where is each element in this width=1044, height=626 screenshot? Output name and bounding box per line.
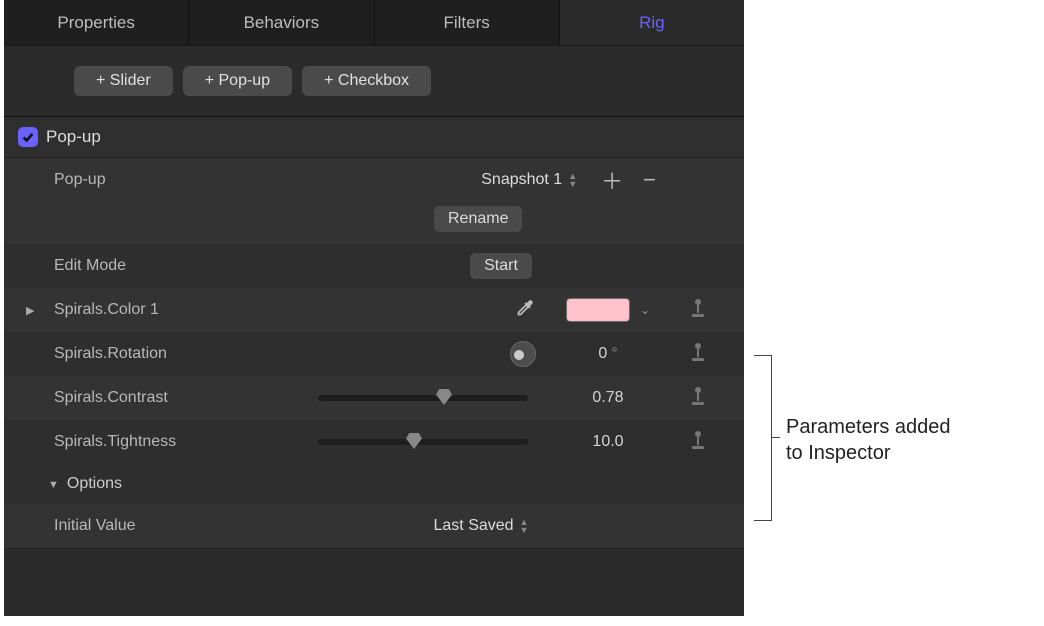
tab-label: Filters bbox=[443, 13, 489, 33]
animation-menu-icon[interactable] bbox=[689, 297, 707, 324]
popup-snapshot-row: Pop-up Snapshot 1 ▲▼ ＋ − bbox=[4, 158, 744, 202]
popup-section-title: Pop-up bbox=[46, 127, 101, 147]
edit-mode-start-button[interactable]: Start bbox=[470, 253, 532, 279]
contrast-value[interactable]: 0.78 bbox=[592, 389, 623, 407]
param-contrast-row: Spirals.Contrast 0.78 bbox=[4, 376, 744, 420]
tab-bar: Properties Behaviors Filters Rig bbox=[4, 0, 744, 46]
popup-param-label: Pop-up bbox=[54, 171, 274, 189]
add-slider-button[interactable]: + Slider bbox=[74, 66, 173, 96]
options-header[interactable]: Options bbox=[4, 464, 744, 504]
popup-settings: Pop-up Snapshot 1 ▲▼ ＋ − Rename Edit Mod… bbox=[4, 157, 744, 549]
tab-label: Properties bbox=[57, 13, 134, 33]
annotation-tick bbox=[772, 437, 780, 438]
snapshot-selected: Snapshot 1 bbox=[481, 171, 562, 189]
check-icon bbox=[21, 130, 35, 144]
rotation-unit: ° bbox=[611, 345, 617, 363]
tab-rig[interactable]: Rig bbox=[560, 0, 744, 45]
popup-enable-checkbox[interactable] bbox=[18, 127, 38, 147]
contrast-slider[interactable] bbox=[318, 395, 528, 401]
disclosure-triangle[interactable] bbox=[48, 477, 59, 491]
stepper-icon: ▲▼ bbox=[568, 173, 577, 188]
snapshot-select[interactable]: Snapshot 1 ▲▼ bbox=[481, 171, 577, 189]
tightness-value[interactable]: 10.0 bbox=[592, 433, 623, 451]
tab-filters[interactable]: Filters bbox=[375, 0, 560, 45]
annotation-line2: to Inspector bbox=[786, 442, 891, 464]
initial-value-selected: Last Saved bbox=[434, 517, 514, 535]
annotation-line1: Parameters added bbox=[786, 416, 951, 438]
edit-mode-label: Edit Mode bbox=[54, 257, 274, 275]
rename-row: Rename bbox=[4, 202, 744, 244]
param-color-row: Spirals.Color 1 ⌄ bbox=[4, 288, 744, 332]
param-rotation-row: Spirals.Rotation 0 ° bbox=[4, 332, 744, 376]
tab-behaviors[interactable]: Behaviors bbox=[189, 0, 374, 45]
slider-thumb[interactable] bbox=[406, 433, 422, 449]
param-label: Spirals.Contrast bbox=[54, 389, 274, 407]
animation-menu-icon[interactable] bbox=[689, 385, 707, 412]
tab-label: Behaviors bbox=[244, 13, 320, 33]
initial-value-label: Initial Value bbox=[54, 517, 274, 535]
eyedropper-icon[interactable] bbox=[514, 297, 536, 324]
tightness-slider[interactable] bbox=[318, 439, 528, 445]
animation-menu-icon[interactable] bbox=[689, 341, 707, 368]
param-label: Spirals.Tightness bbox=[54, 433, 274, 451]
param-tightness-row: Spirals.Tightness 10.0 bbox=[4, 420, 744, 464]
color-well[interactable] bbox=[566, 298, 630, 322]
initial-value-row: Initial Value Last Saved ▲▼ bbox=[4, 504, 744, 548]
animation-menu-icon[interactable] bbox=[689, 429, 707, 456]
param-label: Spirals.Rotation bbox=[54, 345, 274, 363]
options-label: Options bbox=[67, 475, 122, 493]
initial-value-select[interactable]: Last Saved ▲▼ bbox=[434, 517, 529, 535]
rotation-dial[interactable] bbox=[510, 341, 536, 367]
remove-snapshot-button[interactable]: − bbox=[643, 167, 656, 193]
tab-label: Rig bbox=[639, 13, 665, 33]
rotation-value[interactable]: 0 bbox=[598, 345, 607, 363]
annotation-bracket bbox=[754, 355, 772, 521]
add-widget-row: + Slider + Pop-up + Checkbox bbox=[4, 46, 744, 116]
add-checkbox-button[interactable]: + Checkbox bbox=[302, 66, 431, 96]
edit-mode-row: Edit Mode Start bbox=[4, 244, 744, 288]
add-snapshot-button[interactable]: ＋ bbox=[601, 164, 623, 196]
tab-properties[interactable]: Properties bbox=[4, 0, 189, 45]
param-label: Spirals.Color 1 bbox=[54, 301, 274, 319]
annotation-text: Parameters added to Inspector bbox=[786, 414, 951, 466]
add-popup-button[interactable]: + Pop-up bbox=[183, 66, 292, 96]
stepper-icon: ▲▼ bbox=[520, 519, 529, 534]
popup-section-header: Pop-up bbox=[4, 117, 744, 157]
slider-thumb[interactable] bbox=[436, 389, 452, 405]
disclosure-triangle[interactable] bbox=[26, 303, 34, 317]
chevron-down-icon[interactable]: ⌄ bbox=[640, 303, 650, 317]
inspector-panel: Properties Behaviors Filters Rig + Slide… bbox=[4, 0, 744, 616]
rename-button[interactable]: Rename bbox=[434, 206, 522, 232]
